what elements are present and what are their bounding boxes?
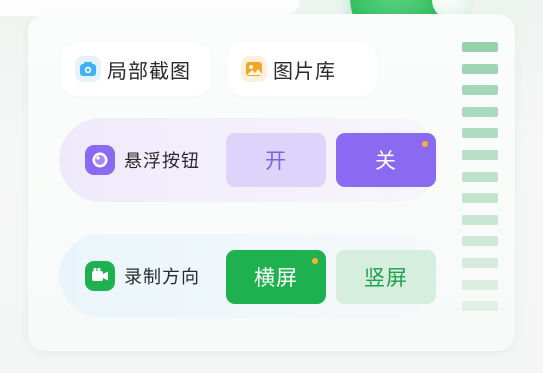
partial-screenshot-label: 局部截图 <box>107 58 191 83</box>
scroll-tick <box>462 214 498 225</box>
scroll-tick <box>462 279 498 290</box>
gallery-button[interactable]: 图片库 <box>227 42 377 96</box>
floating-off-button[interactable]: 关 <box>336 133 436 187</box>
scroll-tick <box>462 128 498 139</box>
picture-icon <box>241 56 267 82</box>
app-stage: 局部截图 图片库 悬浮按钮 开 关 录制方向 横屏 竖屏 <box>0 0 543 373</box>
scroll-tick <box>462 257 498 268</box>
scroll-tick <box>462 171 498 182</box>
partial-screenshot-button[interactable]: 局部截图 <box>61 42 211 96</box>
scroll-tick <box>462 106 498 117</box>
floating-ball-icon <box>85 145 115 175</box>
scroll-tick <box>462 236 498 247</box>
camera-icon <box>75 56 101 82</box>
scroll-tick <box>462 301 498 312</box>
selected-indicator-dot <box>422 141 428 147</box>
portrait-label: 竖屏 <box>364 266 408 290</box>
floating-on-button[interactable]: 开 <box>226 133 326 187</box>
scroll-tick <box>462 149 498 160</box>
scroll-tick <box>462 42 498 52</box>
video-camera-icon <box>85 261 115 291</box>
scroll-tick <box>462 193 498 204</box>
floating-on-label: 开 <box>265 149 287 173</box>
selected-indicator-dot <box>312 258 318 264</box>
scroll-indicator-strip <box>462 42 498 323</box>
record-direction-label: 录制方向 <box>124 267 200 288</box>
floating-button-label: 悬浮按钮 <box>124 151 200 172</box>
gallery-label: 图片库 <box>273 58 336 83</box>
floating-off-label: 关 <box>375 149 397 173</box>
landscape-button[interactable]: 横屏 <box>226 250 326 304</box>
scroll-tick <box>462 63 498 74</box>
scroll-tick <box>462 85 498 96</box>
landscape-label: 横屏 <box>254 266 298 290</box>
portrait-button[interactable]: 竖屏 <box>336 250 436 304</box>
